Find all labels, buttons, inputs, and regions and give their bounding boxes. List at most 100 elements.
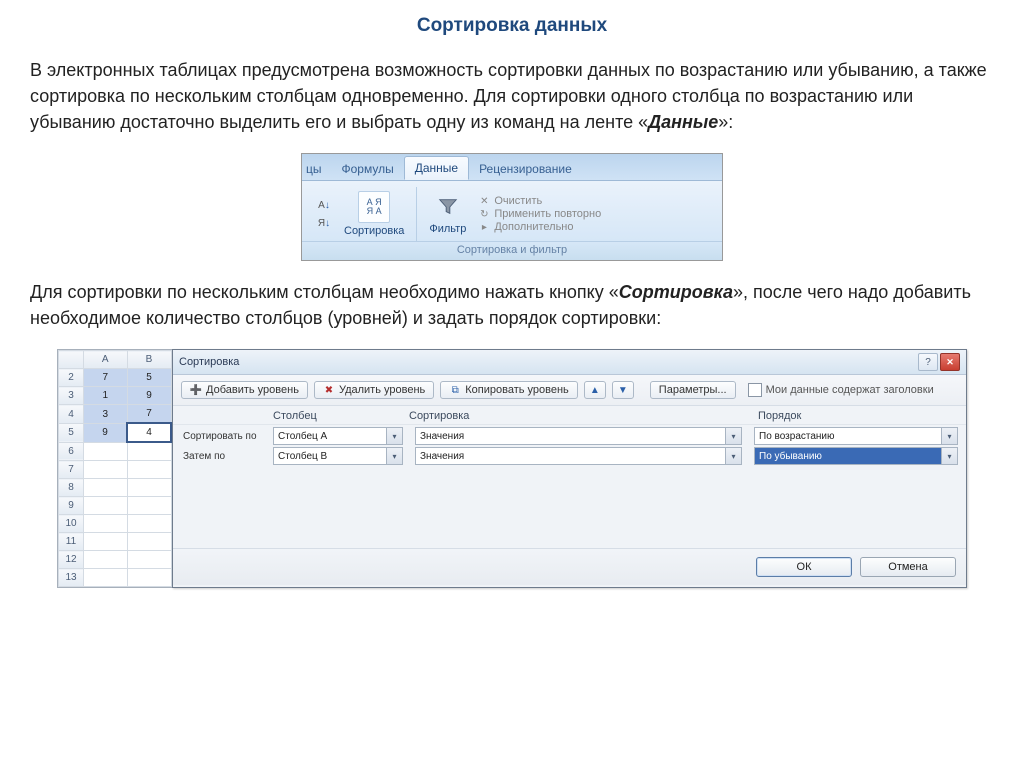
headers-checkbox[interactable]: Мои данные содержат заголовки <box>748 383 934 397</box>
level-sortby-combo-1[interactable]: Значения▾ <box>415 447 742 465</box>
cell-b4[interactable]: 7 <box>127 405 171 424</box>
filter-side-commands: ✕ Очистить ↻ Применить повторно ▸ Дополн… <box>476 195 601 233</box>
options-button[interactable]: Параметры... <box>650 381 736 399</box>
copy-level-button[interactable]: ⧉ Копировать уровень <box>440 381 578 399</box>
ok-button[interactable]: ОК <box>756 557 852 577</box>
filter-clear-label: Очистить <box>494 195 542 207</box>
cell-a3[interactable]: 1 <box>84 387 128 405</box>
sort-dialog: Сортировка ? ✕ ➕ Добавить уровень ✖ Удал… <box>172 349 967 588</box>
cell-a8[interactable] <box>84 479 128 497</box>
hdr-empty <box>183 410 273 422</box>
cancel-button[interactable]: Отмена <box>860 557 956 577</box>
sheet-row-6[interactable]: 6 <box>59 442 84 461</box>
cell-a2[interactable]: 7 <box>84 369 128 387</box>
sheet-row-4[interactable]: 4 <box>59 405 84 424</box>
para1-text: В электронных таблицах предусмотрена воз… <box>30 60 987 132</box>
dialog-title-text: Сортировка <box>179 356 239 368</box>
level-order-value-1: По убыванию <box>759 451 822 462</box>
ribbon-tab-formulas[interactable]: Формулы <box>332 158 404 180</box>
level-column-combo-0[interactable]: Столбец A▾ <box>273 427 403 445</box>
cell-a12[interactable] <box>84 551 128 569</box>
cell-a11[interactable] <box>84 533 128 551</box>
level-order-combo-1[interactable]: По убыванию▾ <box>754 447 958 465</box>
ribbon-tab-fragment[interactable]: цы <box>306 158 332 180</box>
funnel-icon <box>434 193 462 221</box>
chevron-down-icon: ▾ <box>941 428 957 444</box>
ribbon-tab-review[interactable]: Рецензирование <box>469 158 582 180</box>
delete-level-label: Удалить уровень <box>339 384 425 396</box>
ribbon-group-sort: А↓ Я↓ А ЯЯ А Сортировка <box>306 187 417 241</box>
sheet-row-5[interactable]: 5 <box>59 423 84 442</box>
cell-b11[interactable] <box>127 533 171 551</box>
level-column-value-1: Столбец B <box>278 451 327 462</box>
sheet-row-7[interactable]: 7 <box>59 461 84 479</box>
cell-b10[interactable] <box>127 515 171 533</box>
advanced-icon: ▸ <box>478 221 490 233</box>
cell-b13[interactable] <box>127 569 171 587</box>
para1-suffix: »: <box>718 112 733 132</box>
help-icon: ? <box>925 357 931 368</box>
sort-level-row: Сортировать по Столбец A▾ Значения▾ По в… <box>183 426 958 446</box>
cell-b9[interactable] <box>127 497 171 515</box>
chevron-down-icon: ▾ <box>725 448 741 464</box>
dialog-help-button[interactable]: ? <box>918 353 938 371</box>
dialog-titlebar[interactable]: Сортировка ? ✕ <box>173 350 966 375</box>
sheet-row-11[interactable]: 11 <box>59 533 84 551</box>
move-down-button[interactable]: ▼ <box>612 381 634 399</box>
sheet-row-2[interactable]: 2 <box>59 369 84 387</box>
sheet-row-10[interactable]: 10 <box>59 515 84 533</box>
dialog-close-button[interactable]: ✕ <box>940 353 960 371</box>
add-level-icon: ➕ <box>190 384 202 396</box>
sheet-col-a[interactable]: A <box>84 351 128 369</box>
filter-button[interactable]: Фильтр <box>425 191 470 237</box>
cell-a5[interactable]: 9 <box>84 423 128 442</box>
cell-a7[interactable] <box>84 461 128 479</box>
level-sortby-combo-0[interactable]: Значения▾ <box>415 427 742 445</box>
level-column-combo-1[interactable]: Столбец B▾ <box>273 447 403 465</box>
cell-b3[interactable]: 9 <box>127 387 171 405</box>
move-up-button[interactable]: ▲ <box>584 381 606 399</box>
add-level-button[interactable]: ➕ Добавить уровень <box>181 381 308 399</box>
sort-asc-button[interactable]: А↓ <box>314 197 334 213</box>
ribbon-group-caption: Сортировка и фильтр <box>302 241 722 260</box>
sort-dialog-button[interactable]: А ЯЯ А Сортировка <box>340 189 408 239</box>
sort-desc-icon: Я↓ <box>317 216 331 230</box>
sheet-row-3[interactable]: 3 <box>59 387 84 405</box>
sort-level-row: Затем по Столбец B▾ Значения▾ По убывани… <box>183 446 958 466</box>
ribbon-group-filter: Фильтр ✕ Очистить ↻ Применить повторно ▸… <box>417 187 609 241</box>
cell-b8[interactable] <box>127 479 171 497</box>
sheet-row-12[interactable]: 12 <box>59 551 84 569</box>
sort-levels: Сортировать по Столбец A▾ Значения▾ По в… <box>173 425 966 468</box>
cell-b2[interactable]: 5 <box>127 369 171 387</box>
level-order-combo-0[interactable]: По возрастанию ▾ <box>754 427 958 445</box>
sort-desc-button[interactable]: Я↓ <box>314 215 334 231</box>
delete-level-button[interactable]: ✖ Удалить уровень <box>314 381 434 399</box>
cell-b5[interactable]: 4 <box>127 423 171 442</box>
filter-advanced[interactable]: ▸ Дополнительно <box>478 221 601 233</box>
cell-a4[interactable]: 3 <box>84 405 128 424</box>
dialog-toolbar: ➕ Добавить уровень ✖ Удалить уровень ⧉ К… <box>173 375 966 406</box>
sheet-corner[interactable] <box>59 351 84 369</box>
filter-clear[interactable]: ✕ Очистить <box>478 195 601 207</box>
ribbon-tab-data[interactable]: Данные <box>404 156 469 180</box>
hdr-column: Столбец <box>273 410 409 422</box>
hdr-order: Порядок <box>758 410 958 422</box>
cell-b6[interactable] <box>127 442 171 461</box>
cell-b12[interactable] <box>127 551 171 569</box>
cell-a10[interactable] <box>84 515 128 533</box>
close-icon: ✕ <box>946 357 954 368</box>
sort-dialog-label: Сортировка <box>344 225 404 237</box>
level-label-0: Сортировать по <box>183 431 273 442</box>
cell-a6[interactable] <box>84 442 128 461</box>
sheet-row-8[interactable]: 8 <box>59 479 84 497</box>
cell-b7[interactable] <box>127 461 171 479</box>
level-order-value-0: По возрастанию <box>759 431 835 442</box>
sheet-row-9[interactable]: 9 <box>59 497 84 515</box>
sheet-row-13[interactable]: 13 <box>59 569 84 587</box>
cell-a13[interactable] <box>84 569 128 587</box>
cell-a9[interactable] <box>84 497 128 515</box>
sheet-col-b[interactable]: B <box>127 351 171 369</box>
filter-advanced-label: Дополнительно <box>494 221 573 233</box>
sort-table-icon: А ЯЯ А <box>358 191 390 223</box>
filter-reapply[interactable]: ↻ Применить повторно <box>478 208 601 220</box>
